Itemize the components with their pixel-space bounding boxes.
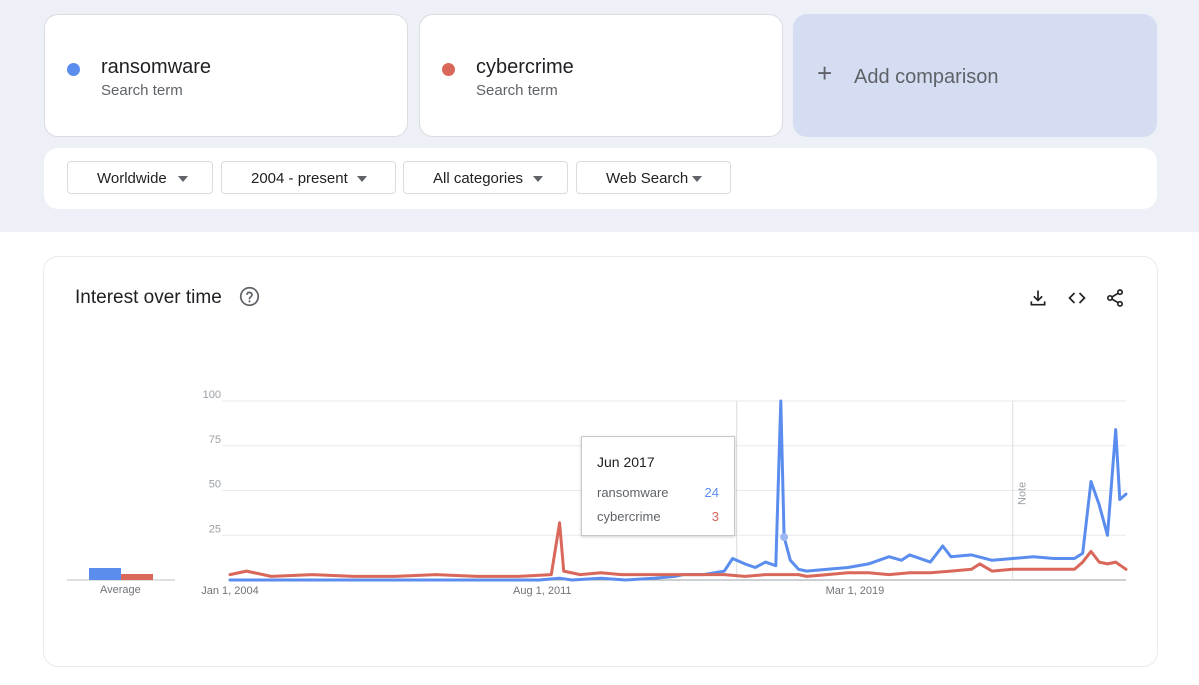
caret-down-icon	[357, 176, 367, 182]
term-sublabel: Search term	[101, 82, 183, 99]
x-tick-label: Aug 1, 2011	[513, 585, 572, 597]
plus-icon: +	[817, 58, 833, 88]
y-tick-label: 50	[209, 479, 221, 491]
region-value: Worldwide	[97, 170, 167, 187]
term-name: cybercrime	[476, 56, 574, 78]
tooltip-term-ransomware: ransomware	[597, 485, 669, 500]
hover-point	[780, 533, 789, 542]
tooltip-value-cybercrime: 3	[711, 509, 719, 524]
region-dropdown[interactable]: Worldwide	[67, 161, 213, 194]
average-bar-ransomware	[89, 568, 121, 580]
term-color-dot	[67, 63, 80, 76]
caret-down-icon	[533, 176, 543, 182]
x-axis-labels: Jan 1, 2004 Aug 1, 2011 Mar 1, 2019	[201, 585, 884, 597]
chart-tooltip: Jun 2017 ransomware 24 cybercrime 3	[581, 436, 735, 536]
time-range-value: 2004 - present	[251, 170, 348, 187]
x-tick-label: Mar 1, 2019	[826, 585, 885, 597]
help-icon[interactable]	[239, 286, 260, 307]
panel-title: Interest over time	[75, 287, 222, 308]
term-sublabel: Search term	[476, 82, 558, 99]
average-chart	[67, 568, 175, 581]
y-tick-label: 25	[209, 523, 221, 535]
y-tick-label: 100	[203, 390, 221, 401]
share-icon[interactable]	[1105, 288, 1125, 308]
average-label: Average	[100, 584, 141, 596]
x-tick-label: Jan 1, 2004	[201, 585, 259, 597]
caret-down-icon	[692, 176, 702, 182]
term-card-cybercrime[interactable]: cybercrime Search term	[419, 14, 783, 137]
tooltip-value-ransomware: 24	[704, 485, 719, 500]
term-name: ransomware	[101, 56, 212, 78]
time-range-dropdown[interactable]: 2004 - present	[221, 161, 396, 194]
term-color-dot	[442, 63, 455, 76]
average-bar-cybercrime	[121, 574, 153, 580]
term-card-ransomware[interactable]: ransomware Search term	[44, 14, 408, 137]
caret-down-icon	[178, 176, 188, 182]
search-type-dropdown[interactable]: Web Search	[576, 161, 731, 194]
add-comparison-button[interactable]: + Add comparison	[793, 14, 1157, 137]
embed-code-icon[interactable]	[1066, 288, 1088, 308]
category-dropdown[interactable]: All categories	[403, 161, 568, 194]
filter-bar: Worldwide 2004 - present All categories …	[44, 148, 1157, 209]
category-value: All categories	[433, 170, 524, 187]
download-icon[interactable]	[1028, 288, 1048, 308]
tooltip-date: Jun 2017	[597, 454, 655, 470]
note-annotation[interactable]: Note	[1017, 482, 1029, 505]
tooltip-term-cybercrime: cybercrime	[597, 509, 661, 524]
search-type-value: Web Search	[606, 170, 689, 187]
add-comparison-label: Add comparison	[854, 66, 999, 88]
y-tick-label: 75	[209, 434, 221, 446]
